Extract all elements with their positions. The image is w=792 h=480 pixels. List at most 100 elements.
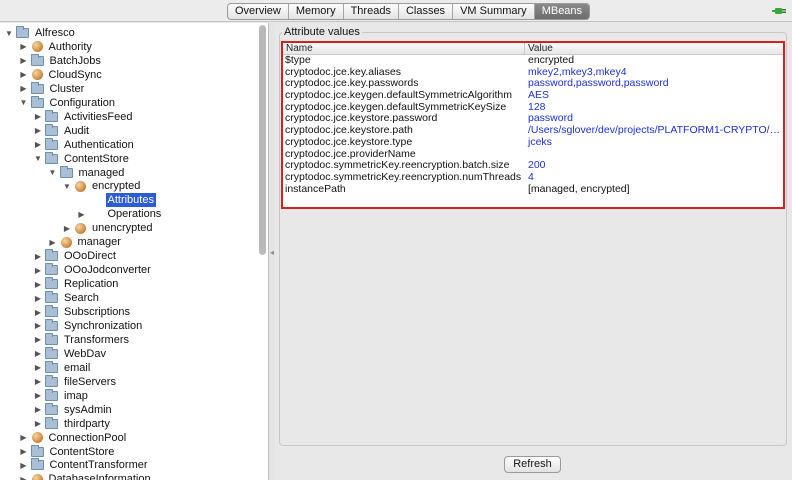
- tree-node[interactable]: ▶ ActivitiesFeed: [33, 109, 134, 124]
- collapsed-arrow-icon[interactable]: ▶: [33, 124, 43, 138]
- collapsed-arrow-icon[interactable]: ▶: [33, 403, 43, 417]
- tree-node[interactable]: ▶ Subscriptions: [33, 305, 132, 319]
- attribute-row[interactable]: cryptodoc.jce.providerName: [283, 149, 783, 161]
- attribute-value[interactable]: 4: [526, 172, 783, 184]
- collapsed-arrow-icon[interactable]: ▶: [33, 277, 43, 291]
- tree-node[interactable]: ▶ sysAdmin: [33, 402, 114, 417]
- tree-node-label[interactable]: ActivitiesFeed: [62, 110, 134, 124]
- tree-node-label[interactable]: ConnectionPool: [47, 431, 129, 445]
- attribute-row[interactable]: cryptodoc.jce.key.aliases mkey2,mkey3,mke…: [283, 67, 783, 79]
- tree-node-label[interactable]: Authority: [47, 40, 94, 54]
- tree-node-label[interactable]: manager: [76, 235, 123, 249]
- collapsed-arrow-icon[interactable]: ▶: [33, 291, 43, 305]
- collapsed-arrow-icon[interactable]: ▶: [19, 40, 29, 54]
- tree-node[interactable]: ▶ Authentication: [33, 137, 136, 152]
- column-header-value[interactable]: Value: [525, 43, 553, 54]
- tree-node-label[interactable]: unencrypted: [90, 221, 155, 235]
- attribute-value[interactable]: mkey2,mkey3,mkey4: [526, 67, 783, 79]
- tree-node-label[interactable]: fileServers: [62, 375, 118, 389]
- tree-node[interactable]: ▶ ConnectionPool: [19, 431, 129, 445]
- tree-node[interactable]: ▶ BatchJobs: [19, 53, 103, 68]
- tree-node[interactable]: ▶ thirdparty: [33, 416, 112, 431]
- column-header-name[interactable]: Name: [283, 43, 525, 54]
- tree-node[interactable]: ▼ encrypted: [62, 179, 142, 193]
- tree-node-label[interactable]: ContentTransformer: [48, 458, 150, 472]
- collapsed-arrow-icon[interactable]: ▶: [33, 347, 43, 361]
- tree-node[interactable]: ▼ ContentStore: [33, 151, 131, 166]
- attribute-row[interactable]: cryptodoc.symmetricKey.reencryption.batc…: [283, 160, 783, 172]
- expanded-arrow-icon[interactable]: ▼: [33, 152, 43, 166]
- attribute-row[interactable]: cryptodoc.jce.keystore.type jceks: [283, 137, 783, 149]
- attribute-row[interactable]: cryptodoc.symmetricKey.reencryption.numT…: [283, 172, 783, 184]
- attribute-value[interactable]: [526, 149, 783, 161]
- tab-classes[interactable]: Classes: [399, 4, 454, 19]
- attribute-row[interactable]: instancePath [managed, encrypted]: [283, 184, 783, 196]
- tree-node[interactable]: ▶ unencrypted: [62, 221, 155, 235]
- tree-node-label[interactable]: Authentication: [62, 138, 136, 152]
- tree-node[interactable]: ▶ OOoDirect: [33, 249, 118, 263]
- attribute-row[interactable]: cryptodoc.jce.keystore.password password: [283, 113, 783, 125]
- collapsed-arrow-icon[interactable]: ▶: [33, 138, 43, 152]
- attribute-row[interactable]: cryptodoc.jce.keygen.defaultSymmetricKey…: [283, 102, 783, 114]
- tree-node-label[interactable]: BatchJobs: [48, 54, 103, 68]
- tree-node-label[interactable]: Attributes: [105, 193, 156, 208]
- tree-node[interactable]: ▶ ContentStore: [19, 444, 117, 459]
- tree-node[interactable]: ▼ Alfresco: [4, 26, 77, 40]
- tree-node-label[interactable]: managed: [77, 166, 127, 180]
- tree-node-label[interactable]: Synchronization: [62, 319, 144, 333]
- collapsed-arrow-icon[interactable]: ▶: [19, 68, 29, 82]
- tree-node[interactable]: ▶ manager: [48, 235, 123, 249]
- collapsed-arrow-icon[interactable]: ▶: [62, 221, 72, 235]
- attribute-value[interactable]: AES: [526, 90, 783, 102]
- tree-node-label[interactable]: Cluster: [48, 82, 87, 96]
- tree-node[interactable]: ▶ Authority: [19, 40, 94, 54]
- tab-memory[interactable]: Memory: [289, 4, 344, 19]
- refresh-button[interactable]: Refresh: [504, 456, 561, 473]
- tree-scrollbar[interactable]: [259, 25, 266, 255]
- collapsed-arrow-icon[interactable]: ▶: [19, 431, 29, 445]
- collapsed-arrow-icon[interactable]: ▶: [19, 82, 29, 96]
- tree-node-label[interactable]: Configuration: [48, 96, 117, 110]
- attribute-row[interactable]: $type encrypted: [283, 55, 783, 67]
- attribute-value[interactable]: 128: [526, 102, 783, 114]
- collapsed-arrow-icon[interactable]: ▶: [33, 319, 43, 333]
- tree-node-label[interactable]: OOoJodconverter: [62, 263, 153, 277]
- collapsed-arrow-icon[interactable]: ▶: [19, 445, 29, 459]
- tree-node-label[interactable]: Replication: [62, 277, 120, 291]
- tree-node-label[interactable]: Operations: [106, 207, 164, 221]
- tree-node[interactable]: ▶ imap: [33, 388, 90, 403]
- tree-node[interactable]: ▶ WebDav: [33, 346, 108, 361]
- mbean-tree[interactable]: ▼ Alfresco ▶ Authority ▶ BatchJobs ▶ CloudSync ▶…: [0, 23, 269, 480]
- tree-node-label[interactable]: email: [62, 361, 92, 375]
- tree-node-label[interactable]: Audit: [62, 124, 91, 138]
- collapsed-arrow-icon[interactable]: ▶: [33, 375, 43, 389]
- tab-threads[interactable]: Threads: [344, 4, 399, 19]
- tab-overview[interactable]: Overview: [228, 4, 289, 19]
- tree-node-label[interactable]: CloudSync: [47, 68, 104, 82]
- tree-node-label[interactable]: Subscriptions: [62, 305, 132, 319]
- collapsed-arrow-icon[interactable]: ▶: [33, 389, 43, 403]
- tree-node[interactable]: ▶ DatabaseInformation: [19, 472, 153, 480]
- attribute-row[interactable]: cryptodoc.jce.key.passwords password,pass…: [283, 78, 783, 90]
- expanded-arrow-icon[interactable]: ▼: [62, 179, 72, 193]
- collapsed-arrow-icon[interactable]: ▶: [33, 333, 43, 347]
- tree-node-label[interactable]: encrypted: [90, 179, 142, 193]
- collapsed-arrow-icon[interactable]: ▶: [33, 110, 43, 124]
- tab-mbeans[interactable]: MBeans: [534, 4, 590, 19]
- tree-node[interactable]: ▶ Synchronization: [33, 318, 144, 333]
- tree-node[interactable]: ▶ Search: [33, 291, 101, 305]
- tree-node-label[interactable]: Alfresco: [33, 26, 77, 40]
- attribute-value[interactable]: password,password,password: [526, 78, 783, 90]
- tree-node[interactable]: ▶ Operations: [77, 207, 164, 221]
- attribute-value[interactable]: password: [526, 113, 783, 125]
- tab-vm-summary[interactable]: VM Summary: [453, 4, 535, 19]
- tree-node-label[interactable]: Search: [62, 291, 101, 305]
- tree-node[interactable]: ▶ Transformers: [33, 332, 131, 347]
- tree-node[interactable]: ▶ CloudSync: [19, 68, 104, 82]
- tree-node-label[interactable]: OOoDirect: [62, 249, 118, 263]
- attribute-value[interactable]: /Users/sglover/dev/projects/PLATFORM1-CR…: [526, 125, 783, 137]
- attribute-row[interactable]: cryptodoc.jce.keygen.defaultSymmetricAlg…: [283, 90, 783, 102]
- tree-node[interactable]: ▼ managed: [48, 165, 127, 180]
- tree-node[interactable]: ▶ email: [33, 360, 92, 375]
- collapsed-arrow-icon[interactable]: ▶: [33, 249, 43, 263]
